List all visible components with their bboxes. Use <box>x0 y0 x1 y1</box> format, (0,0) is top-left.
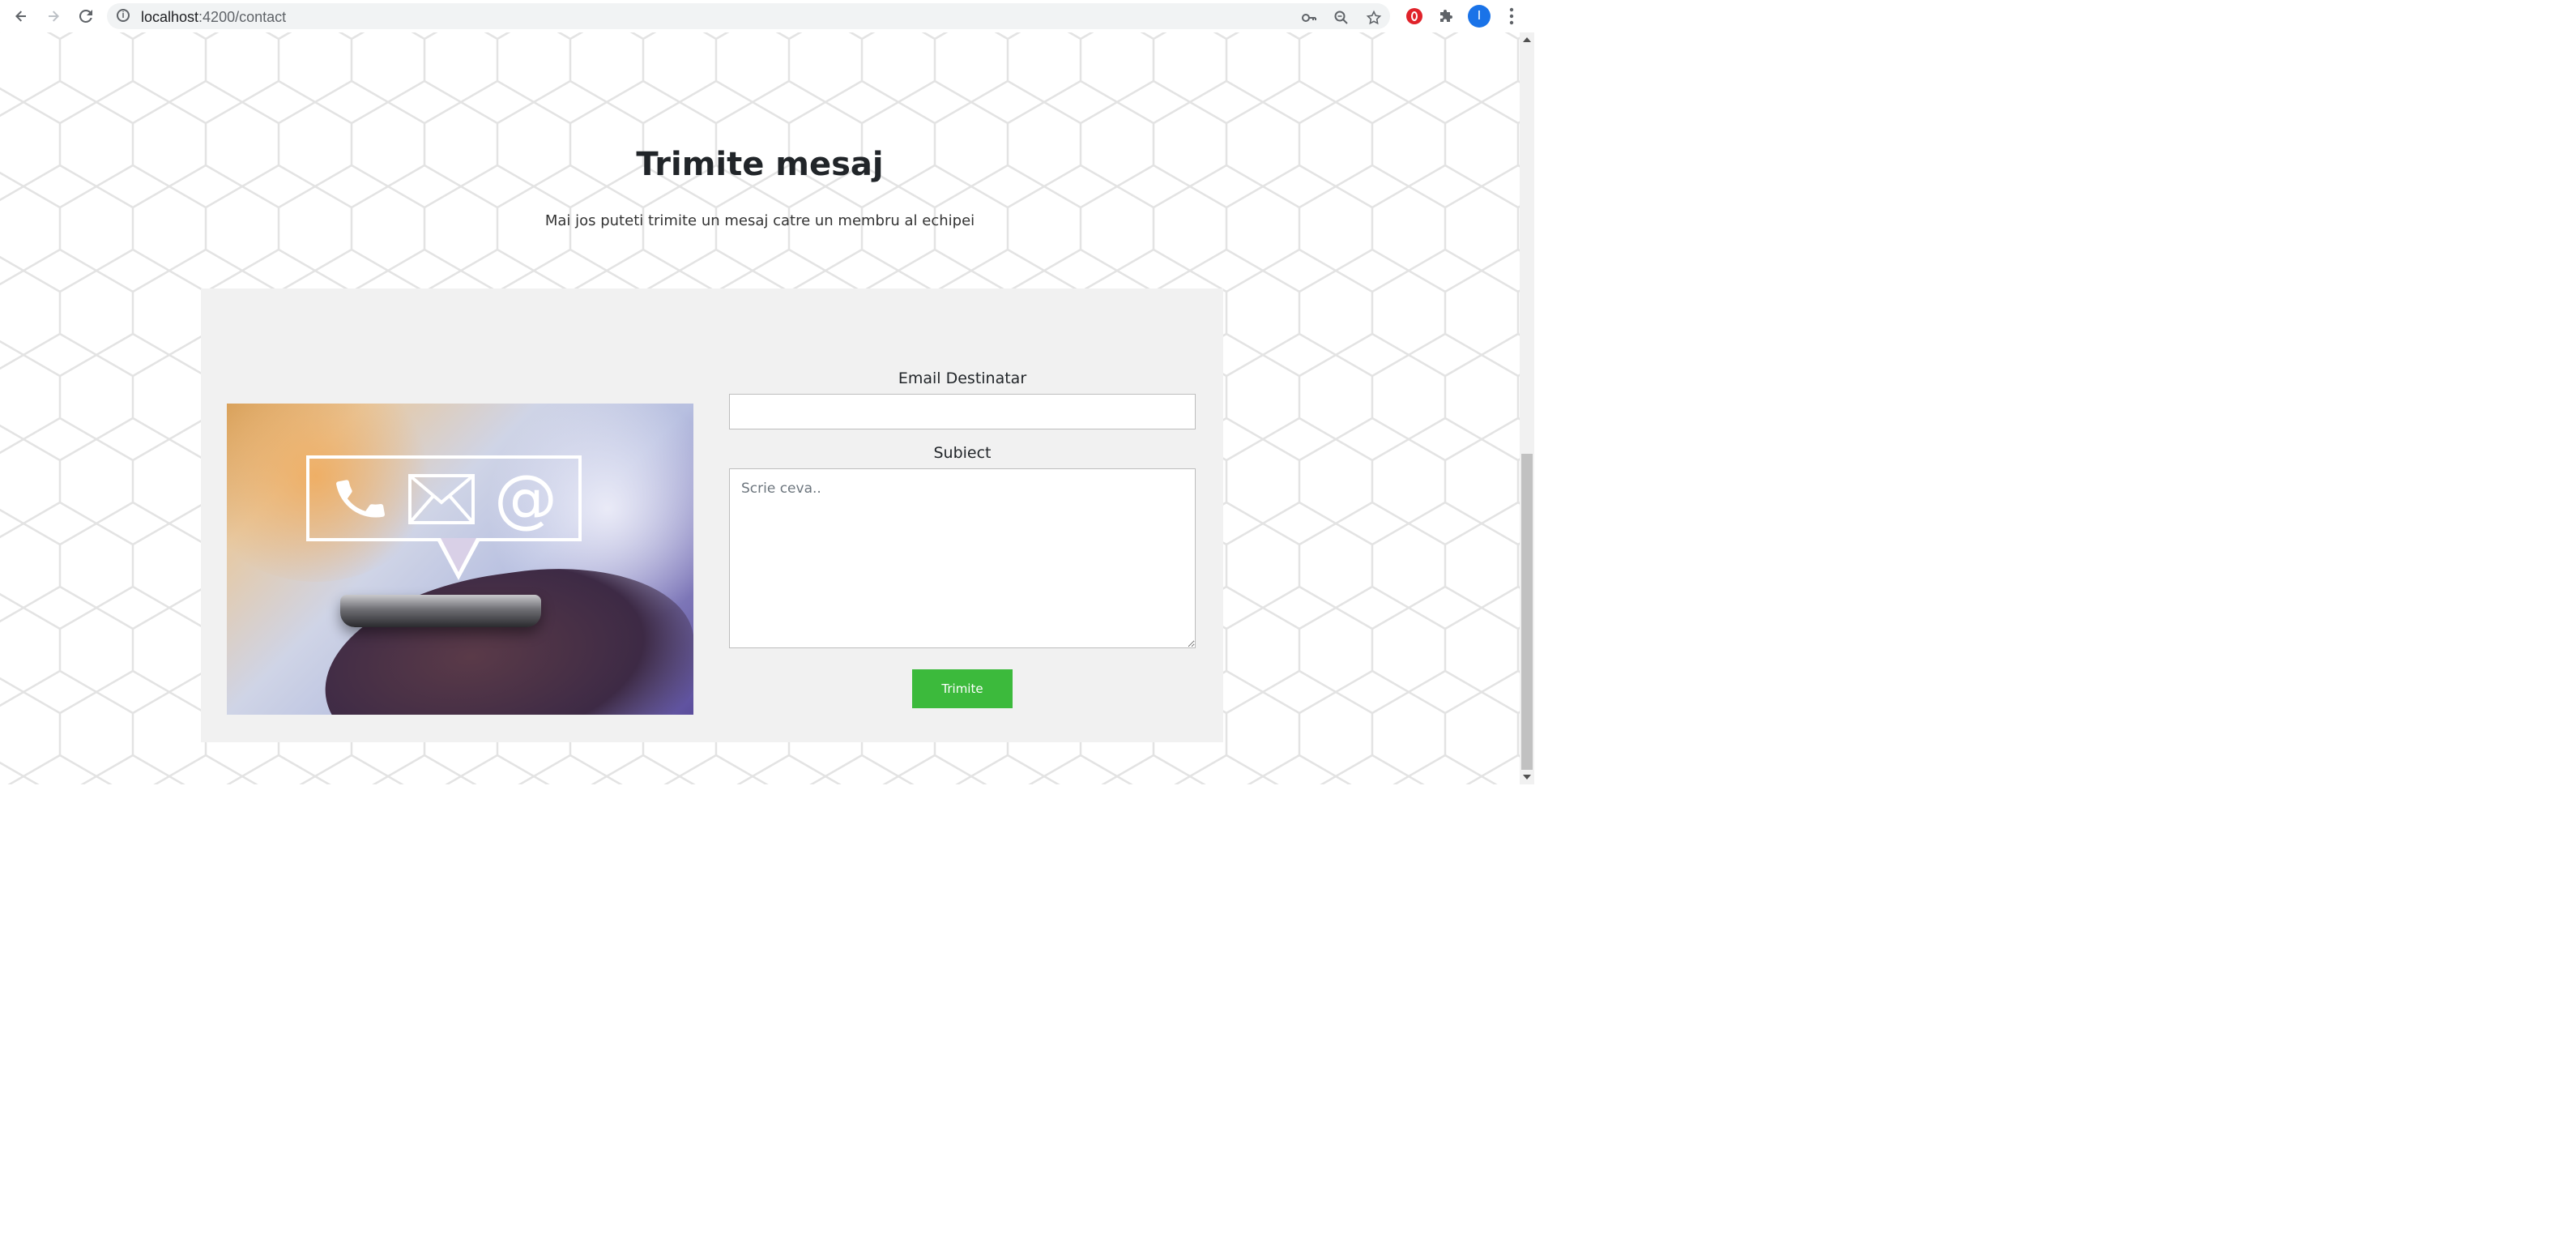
address-bar[interactable]: i localhost:4200/contact <box>107 3 1390 29</box>
email-recipient-input[interactable] <box>729 394 1196 429</box>
kebab-menu-icon[interactable] <box>1502 5 1521 28</box>
url-text[interactable]: localhost:4200/contact <box>141 9 286 26</box>
envelope-icon <box>405 465 478 533</box>
phone-icon <box>324 465 397 533</box>
url-path: :4200/contact <box>198 9 287 25</box>
vertical-scrollbar[interactable] <box>1520 32 1534 784</box>
page-title: Trimite mesaj <box>636 146 884 183</box>
arrow-right-icon[interactable] <box>42 5 65 28</box>
zoom-icon[interactable] <box>1332 8 1351 28</box>
at-sign-icon: @ <box>494 463 557 536</box>
key-icon[interactable] <box>1299 8 1319 28</box>
scroll-down-arrow[interactable] <box>1520 770 1534 784</box>
message-form: Email Destinatar Subiect Trimite <box>729 366 1196 708</box>
contact-card: @ Email Destinatar Subiect Trimite <box>201 288 1223 742</box>
scroll-thumb[interactable] <box>1521 454 1533 770</box>
info-icon[interactable]: i <box>117 9 130 22</box>
star-icon[interactable] <box>1364 8 1384 28</box>
url-host: localhost <box>141 9 199 25</box>
email-label: Email Destinatar <box>898 370 1027 387</box>
browser-toolbar: i localhost:4200/contact I <box>0 0 1534 33</box>
avatar[interactable]: I <box>1468 5 1491 28</box>
browser-window: i localhost:4200/contact I Trimite mesaj… <box>0 0 1534 784</box>
scroll-up-arrow[interactable] <box>1520 32 1534 47</box>
send-button[interactable]: Trimite <box>912 669 1013 708</box>
contact-illustration: @ <box>227 404 693 715</box>
opera-icon[interactable] <box>1406 8 1422 24</box>
page-content: Trimite mesaj Mai jos puteti trimite un … <box>0 32 1520 784</box>
subject-label: Subiect <box>933 444 992 462</box>
subject-textarea[interactable] <box>729 468 1196 648</box>
puzzle-icon[interactable] <box>1437 6 1456 26</box>
page-subtitle: Mai jos puteti trimite un mesaj catre un… <box>544 212 975 229</box>
arrow-left-icon[interactable] <box>10 5 32 28</box>
reload-icon[interactable] <box>75 5 97 28</box>
